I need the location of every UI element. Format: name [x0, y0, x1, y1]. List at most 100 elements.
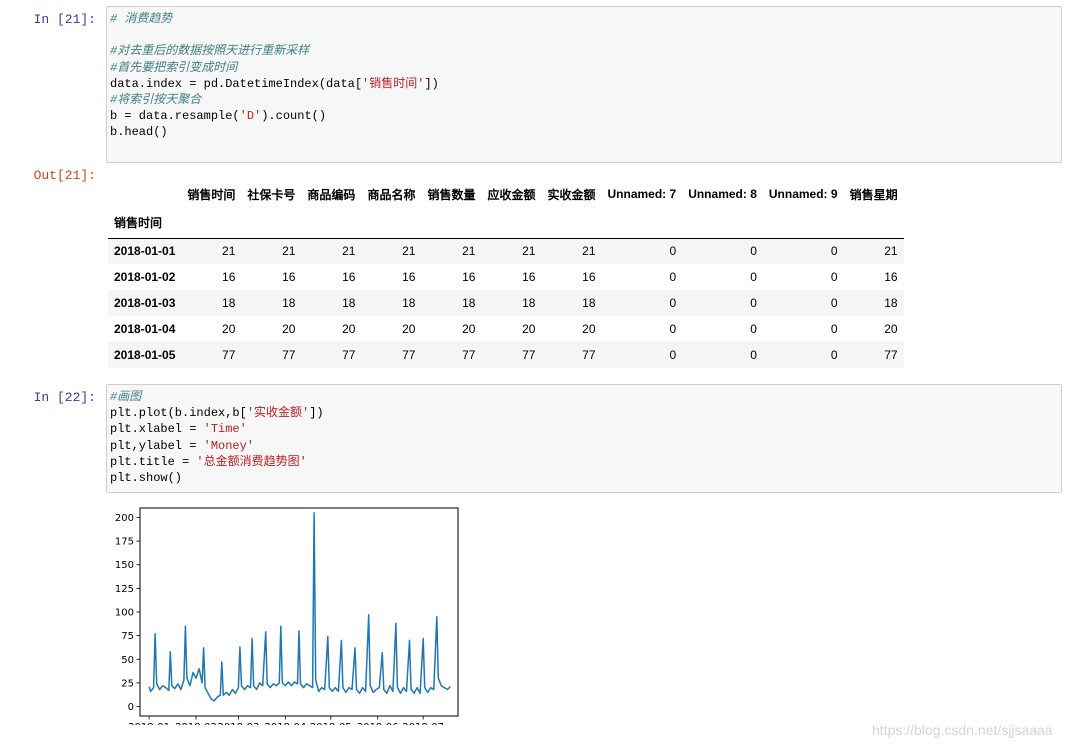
table-cell: 20	[342, 322, 356, 336]
code-token: '总金额消费趋势图'	[196, 454, 307, 469]
code-token: #将索引按天聚合	[110, 92, 202, 107]
empty-header-cell	[844, 208, 904, 238]
table-cell: 21	[402, 244, 416, 259]
x-tick-label: 2018-06	[357, 722, 399, 725]
table-cell: 77	[884, 348, 898, 362]
y-tick-label: 200	[115, 513, 134, 524]
code-token: 'Time'	[203, 422, 247, 437]
table-cell: 16	[884, 270, 898, 284]
table-cell: 0	[750, 270, 757, 284]
table-row: 2018-01-04 20 20 20 20 20 20 20 0 0 0 20	[108, 316, 904, 342]
code-token: ])	[309, 406, 324, 421]
table-cell: 0	[750, 244, 757, 259]
table-cell: 18	[222, 296, 236, 310]
dataframe-output: 销售时间 社保卡号 商品编码 商品名称 销售数量 应收金额 实收金额 Unnamed: 7 Un…	[108, 180, 904, 368]
table-cell: 18	[282, 296, 296, 310]
column-header: Unnamed: 7	[607, 187, 677, 201]
table-cell: 21	[282, 244, 296, 259]
code-token: '销售时间'	[362, 76, 425, 91]
table-cell: 77	[342, 348, 356, 362]
code-line: plt.plot(b.index,b['实收金额'])	[110, 405, 1057, 421]
table-cell: 18	[884, 296, 898, 310]
code-line: #将索引按天聚合	[110, 92, 1057, 108]
dataframe-index-name-row: 销售时间	[108, 208, 904, 238]
table-cell: 0	[669, 270, 677, 284]
code-token: #画图	[110, 390, 142, 404]
code-cell-21[interactable]: # 消费趋势 #对去重后的数据按照天进行重新采样 #首先要把索引变成时间 data.i…	[106, 6, 1062, 163]
x-tick-label: 2018-03	[218, 722, 260, 725]
code-line: #画图	[110, 389, 1057, 405]
x-tick-label: 2018-05	[310, 722, 352, 725]
code-token: plt,ylabel =	[110, 438, 204, 453]
column-header: 商品编码	[307, 187, 356, 202]
table-cell: 77	[402, 348, 416, 362]
row-index: 2018-01-05	[114, 348, 176, 362]
table-cell: 16	[522, 270, 536, 284]
code-token: #对去重后的数据按照天进行重新采样	[110, 44, 310, 59]
code-cell-22[interactable]: #画图 plt.plot(b.index,b['实收金额']) plt.xlabel…	[106, 384, 1062, 493]
table-cell: 16	[582, 270, 596, 284]
column-header: 商品名称	[367, 187, 416, 202]
y-tick-label: 150	[115, 560, 134, 571]
x-tick-label: 2018-07	[402, 722, 444, 725]
table-cell: 18	[462, 296, 476, 310]
y-tick-label: 175	[115, 537, 134, 548]
column-header: Unnamed: 8	[688, 187, 757, 201]
table-cell: 20	[402, 322, 416, 336]
table-cell: 0	[750, 322, 757, 336]
code-line: plt.title = '总金额消费趋势图'	[110, 454, 1057, 470]
table-cell: 21	[222, 244, 236, 259]
code-line: plt.xlabel = 'Time'	[110, 421, 1057, 437]
empty-header-cell	[361, 208, 421, 238]
row-index: 2018-01-01	[114, 244, 176, 259]
y-tick-label: 0	[128, 702, 134, 713]
table-row: 2018-01-03 18 18 18 18 18 18 18 0 0 0 18	[108, 290, 904, 316]
table-cell: 0	[669, 348, 677, 362]
x-tick-label: 2018-01	[128, 722, 170, 725]
table-cell: 0	[830, 244, 838, 259]
code-token: plt.plot(b.index,b[	[110, 406, 247, 421]
code-line: plt,ylabel = 'Money'	[110, 438, 1057, 454]
x-tick-label: 2018-02	[175, 722, 217, 725]
row-index: 2018-01-04	[114, 322, 176, 336]
table-cell: 0	[750, 348, 757, 362]
empty-header-cell	[682, 208, 763, 238]
table-cell: 0	[830, 348, 838, 362]
row-index: 2018-01-03	[114, 296, 176, 310]
table-row: 2018-01-01 21 21 21 21 21 21 21 0 0 0 21	[108, 238, 904, 264]
code-line: b = data.resample('D').count()	[110, 108, 1057, 124]
dataframe-body: 2018-01-01 21 21 21 21 21 21 21 0 0 0 21 2018-01-02 1…	[108, 238, 904, 368]
table-cell: 0	[669, 244, 677, 259]
line-chart-output: 02550751001251501752002018-012018-022018…	[100, 500, 470, 733]
table-cell: 16	[282, 270, 296, 284]
input-prompt-21: In [21]:	[33, 12, 96, 27]
empty-header-cell	[301, 208, 361, 238]
y-tick-label: 75	[121, 631, 134, 642]
table-cell: 18	[342, 296, 356, 310]
column-header: 销售时间	[187, 187, 236, 202]
table-cell: 20	[282, 322, 296, 336]
index-name: 销售时间	[114, 216, 163, 231]
empty-header-cell	[541, 208, 601, 238]
table-cell: 18	[582, 296, 596, 310]
x-tick-label: 2018-04	[264, 722, 306, 725]
table-cell: 16	[402, 270, 416, 284]
code-token: plt.title =	[110, 454, 197, 469]
code-token: ).count()	[261, 109, 327, 124]
table-cell: 21	[462, 244, 476, 259]
code-line: # 消费趋势	[110, 11, 1057, 27]
row-index: 2018-01-02	[114, 270, 176, 284]
line-chart: 02550751001251501752002018-012018-022018…	[115, 507, 459, 733]
table-cell: 21	[582, 244, 596, 259]
table-cell: 77	[282, 348, 296, 362]
table-cell: 16	[342, 270, 356, 284]
code-line: plt.show()	[110, 470, 1057, 486]
y-tick-label: 125	[115, 584, 134, 595]
empty-header-cell	[181, 208, 241, 238]
table-cell: 20	[522, 322, 536, 336]
header-corner	[108, 180, 181, 208]
column-header: 销售星期	[849, 187, 898, 202]
empty-header-cell	[421, 208, 481, 238]
column-header: 社保卡号	[247, 187, 296, 202]
code-token: plt.show()	[110, 470, 183, 485]
